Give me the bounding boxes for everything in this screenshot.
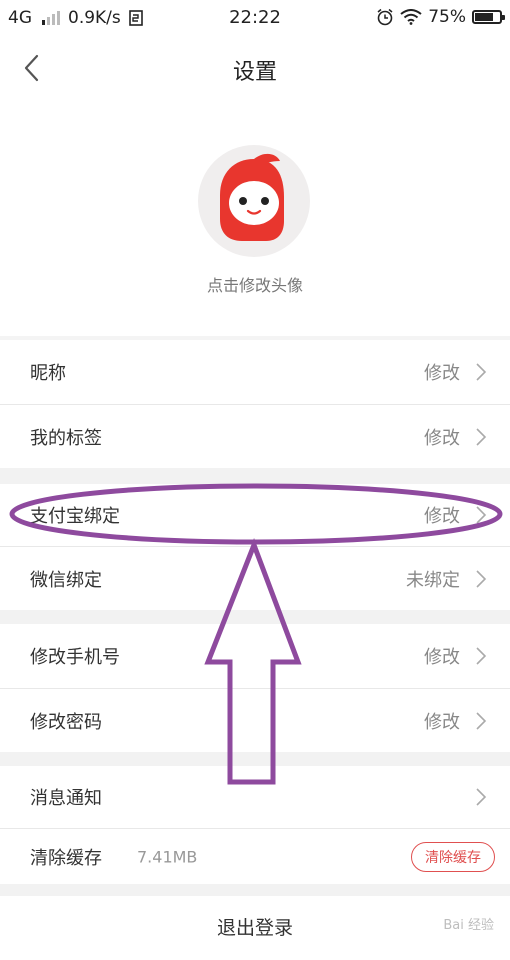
row-value: 未绑定 — [406, 569, 460, 591]
chevron-right-icon — [476, 363, 487, 381]
nav-bar: 设置 — [0, 36, 510, 102]
row-label: 昵称 — [30, 363, 66, 384]
chevron-right-icon — [476, 506, 487, 524]
battery-icon — [472, 10, 505, 24]
row-label: 修改手机号 — [30, 647, 120, 668]
avatar[interactable] — [198, 145, 310, 257]
logout-button[interactable]: 退出登录 — [0, 896, 510, 960]
avatar-section[interactable]: 点击修改头像 — [0, 102, 510, 336]
row-notifications[interactable]: 消息通知 — [0, 766, 510, 828]
row-label: 微信绑定 — [30, 569, 102, 591]
section-gap — [0, 884, 510, 896]
row-value: 修改 — [424, 427, 460, 449]
section-gap — [0, 610, 510, 624]
row-value: 修改 — [424, 647, 460, 668]
row-value: 修改 — [424, 506, 460, 527]
clear-cache-button[interactable]: 清除缓存 — [411, 841, 495, 872]
row-label: 消息通知 — [30, 788, 102, 809]
row-nickname[interactable]: 昵称 修改 — [0, 340, 510, 404]
mascot-avatar-icon — [220, 153, 284, 241]
cache-size: 7.41MB — [137, 847, 198, 866]
chevron-right-icon — [476, 647, 487, 665]
row-wechat[interactable]: 微信绑定 未绑定 — [0, 547, 510, 610]
row-alipay[interactable]: 支付宝绑定 修改 — [0, 484, 510, 546]
battery-fill — [475, 13, 493, 21]
row-change-password[interactable]: 修改密码 修改 — [0, 689, 510, 752]
avatar-caption: 点击修改头像 — [206, 276, 303, 295]
wifi-icon — [400, 9, 422, 25]
row-value: 修改 — [424, 363, 460, 384]
row-label: 清除缓存 — [30, 847, 102, 869]
chevron-right-icon — [476, 427, 487, 446]
section-gap — [0, 468, 510, 484]
page-title: 设置 — [232, 60, 277, 85]
watermark-logo: Bai 经验 — [443, 918, 494, 933]
status-bar: 4G 0.9K/s 22:22 75% — [0, 0, 510, 36]
chevron-right-icon — [476, 569, 487, 588]
chevron-right-icon — [476, 711, 487, 730]
row-label: 支付宝绑定 — [30, 506, 120, 527]
battery-percent: 75% — [428, 7, 466, 27]
row-value: 修改 — [424, 711, 460, 733]
chevron-right-icon — [476, 788, 487, 806]
row-change-phone[interactable]: 修改手机号 修改 — [0, 624, 510, 688]
row-clear-cache: 清除缓存 7.41MB 清除缓存 — [0, 829, 510, 884]
row-label: 我的标签 — [30, 427, 102, 449]
row-label: 修改密码 — [30, 711, 102, 733]
section-gap — [0, 752, 510, 766]
row-tags[interactable]: 我的标签 修改 — [0, 405, 510, 468]
alarm-icon — [377, 8, 393, 26]
